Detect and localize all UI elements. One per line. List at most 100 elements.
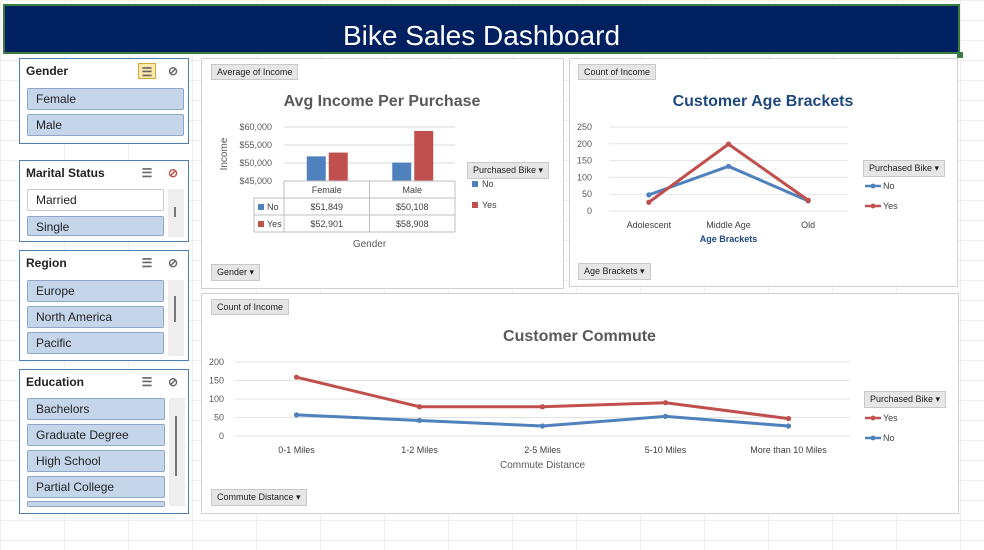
legend-label: No — [482, 179, 494, 189]
y-axis-title: Income — [219, 137, 230, 170]
commute-chart: 200 150 100 50 0 0-1 Miles 1-2 Miles 2-5 Miles 5… — [209, 357, 898, 471]
bar-yes-male — [414, 130, 434, 181]
y-tick-label: $60,000 — [239, 122, 272, 132]
gender-axis-button[interactable]: Gender ▾ — [211, 264, 261, 281]
legend-marker — [870, 183, 876, 189]
data-point-yes — [646, 199, 652, 205]
age-chart-panel[interactable]: Count of Income Customer Age Brackets 25… — [569, 58, 958, 287]
x-tick-label: Middle Age — [706, 220, 751, 230]
clear-filter-icon[interactable]: ⊘ — [164, 63, 182, 79]
marital-slicer-title: Marital Status — [26, 166, 105, 180]
bar-no-male — [392, 162, 412, 181]
series-line-yes — [647, 142, 810, 204]
slicer-item-north-america[interactable]: North America — [27, 306, 164, 328]
gender-slicer-header: Gender ☰ ⊘ — [20, 59, 188, 83]
legend-label: Yes — [482, 200, 497, 210]
slicer-item-bachelors[interactable]: Bachelors — [27, 398, 165, 420]
legend-marker — [870, 203, 876, 209]
slicer-item-europe[interactable]: Europe — [27, 280, 164, 302]
slicer-item-single[interactable]: Single — [27, 216, 164, 236]
table-series-label: No — [267, 202, 279, 212]
slicer-item-partial-next[interactable] — [27, 501, 165, 507]
purchased-bike-legend-button[interactable]: Purchased Bike ▾ — [864, 391, 947, 408]
data-point-yes — [662, 400, 669, 406]
x-tick-label: 0-1 Miles — [278, 445, 315, 455]
table-series-label: Yes — [267, 219, 282, 229]
slicer-item-partial-college[interactable]: Partial College — [27, 476, 165, 498]
x-axis-title: Age Brackets — [700, 234, 758, 244]
x-tick-label: 2-5 Miles — [524, 445, 561, 455]
data-point-no — [539, 423, 546, 429]
data-point-no — [725, 163, 732, 169]
education-slicer-title: Education — [26, 375, 85, 389]
commute-chart-panel[interactable]: Count of Income Customer Commute 200 150 1… — [201, 293, 959, 514]
table-legend-key — [258, 221, 264, 227]
legend-key — [472, 202, 478, 208]
slicer-item-male[interactable]: Male — [27, 114, 184, 136]
bar-yes-female — [328, 152, 348, 181]
purchased-bike-label: Purchased Bike — [473, 165, 537, 175]
education-slicer: Education ☰ ⊘ Bachelors Graduate Degree H… — [19, 369, 189, 514]
data-point-yes — [805, 197, 811, 203]
x-axis-title: Commute Distance — [500, 460, 585, 471]
data-label: $50,108 — [396, 202, 429, 212]
x-tick-label: More than 10 Miles — [750, 445, 827, 455]
x-axis-title: Gender — [353, 239, 387, 250]
multi-select-icon[interactable]: ☰ — [138, 255, 156, 271]
data-point-no — [646, 192, 652, 198]
y-tick-label: 50 — [214, 413, 224, 423]
data-point-yes — [416, 404, 423, 410]
multi-select-icon[interactable]: ☰ — [138, 63, 156, 79]
multi-select-icon[interactable]: ☰ — [138, 165, 156, 181]
purchased-bike-label: Purchased Bike — [869, 163, 933, 173]
data-label: $52,901 — [310, 219, 343, 229]
scrollbar[interactable] — [168, 280, 184, 356]
purchased-bike-label: Purchased Bike — [870, 394, 934, 404]
dashboard-title: Bike Sales Dashboard — [3, 4, 960, 54]
x-tick-label: 1-2 Miles — [401, 445, 438, 455]
x-tick-label: Adolescent — [627, 220, 672, 230]
legend-label: No — [883, 181, 895, 191]
legend-label: Yes — [883, 413, 898, 423]
data-point-no — [662, 413, 669, 419]
data-point-no — [416, 417, 423, 424]
gender-slicer-title: Gender — [26, 64, 69, 78]
commute-distance-axis-button[interactable]: Commute Distance ▾ — [211, 489, 307, 506]
purchased-bike-legend-button[interactable]: Purchased Bike ▾ — [863, 160, 946, 177]
data-label: $58,908 — [396, 219, 429, 229]
gender-axis-label: Gender — [217, 267, 248, 277]
scrollbar[interactable] — [169, 398, 185, 506]
purchased-bike-legend-button[interactable]: Purchased Bike ▾ — [467, 162, 550, 179]
table-legend-key — [258, 204, 264, 210]
income-chart-panel[interactable]: Average of Income Avg Income Per Purchas… — [201, 58, 564, 289]
y-tick-label: $50,000 — [239, 158, 272, 168]
series-line-yes — [296, 375, 789, 421]
clear-filter-icon[interactable]: ⊘ — [164, 255, 182, 271]
age-brackets-axis-button[interactable]: Age Brackets ▾ — [578, 263, 651, 280]
clear-filter-icon[interactable]: ⊘ — [164, 374, 182, 390]
clear-filter-icon[interactable]: ⊘ — [164, 165, 182, 181]
data-label: $51,849 — [310, 202, 343, 212]
legend-marker — [870, 435, 876, 441]
marital-slicer-header: Marital Status ☰ ⊘ — [20, 161, 188, 185]
slicer-item-graduate-degree[interactable]: Graduate Degree — [27, 424, 165, 446]
slicer-item-female[interactable]: Female — [27, 88, 184, 110]
y-tick-label: 200 — [209, 357, 224, 367]
data-point-yes — [725, 141, 732, 147]
slicer-item-high-school[interactable]: High School — [27, 450, 165, 472]
legend-marker — [870, 415, 876, 421]
y-tick-label: 100 — [209, 394, 224, 404]
y-tick-label: 50 — [582, 189, 592, 199]
region-slicer-title: Region — [26, 256, 67, 270]
data-point-no — [785, 423, 792, 429]
slicer-item-pacific[interactable]: Pacific — [27, 332, 164, 354]
data-point-yes — [785, 416, 792, 422]
y-tick-label: 0 — [587, 206, 592, 216]
multi-select-icon[interactable]: ☰ — [138, 374, 156, 390]
legend-key — [472, 181, 478, 187]
scrollbar[interactable] — [168, 189, 184, 237]
gender-slicer: Gender ☰ ⊘ Female Male — [19, 58, 189, 144]
y-tick-label: $45,000 — [239, 176, 272, 186]
region-slicer-header: Region ☰ ⊘ — [20, 251, 188, 275]
slicer-item-married[interactable]: Married — [27, 189, 164, 211]
